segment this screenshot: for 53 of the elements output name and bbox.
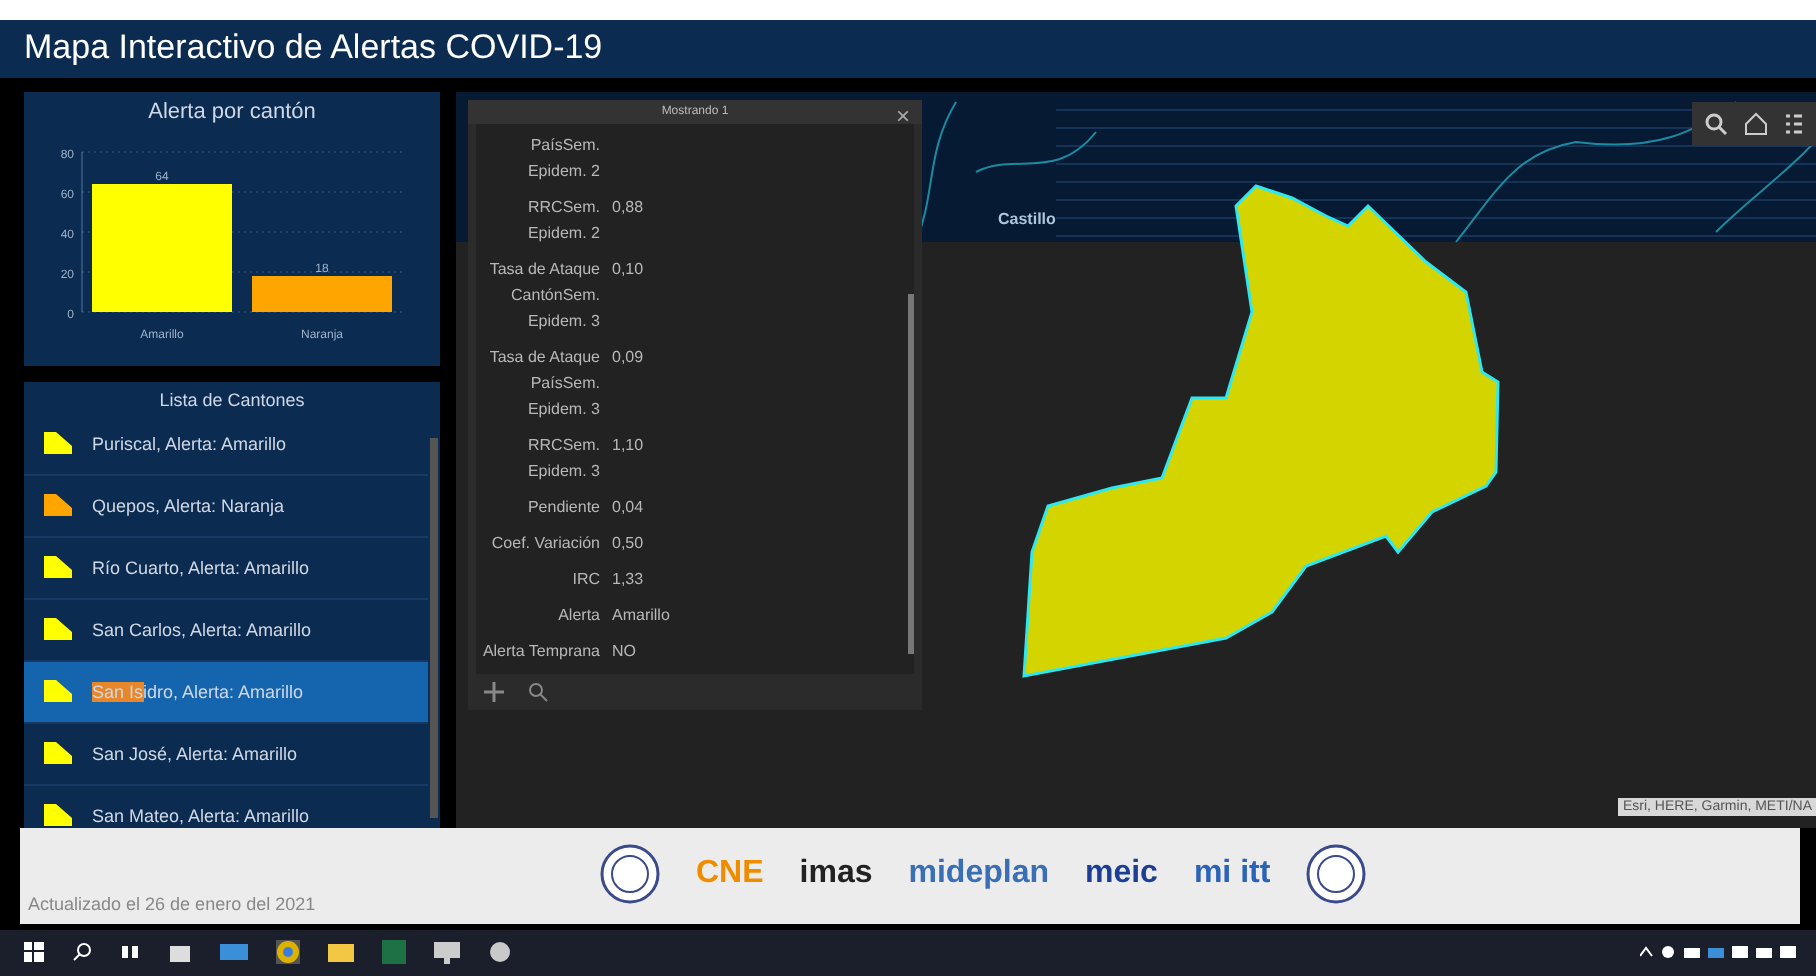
seal-logo-icon bbox=[600, 843, 660, 904]
scrollbar[interactable] bbox=[908, 293, 914, 654]
place-label: Castillo bbox=[998, 209, 1056, 228]
field-value: Amarillo bbox=[612, 603, 670, 628]
task-view-icon[interactable] bbox=[120, 942, 140, 963]
system-tray-icons-drawing[interactable] bbox=[1640, 942, 1800, 963]
spreadsheet-icon[interactable] bbox=[382, 940, 406, 965]
scrollbar[interactable] bbox=[430, 437, 438, 818]
field-label: RRCSem. Epidem. 2 bbox=[525, 195, 600, 246]
search-icon[interactable] bbox=[1704, 111, 1728, 136]
zoom-icon[interactable] bbox=[528, 681, 548, 702]
field-value: 0,09 bbox=[612, 345, 644, 370]
canton-list-item[interactable]: Puriscal, Alerta: Amarillo bbox=[24, 413, 428, 476]
organization-logo: meic bbox=[1084, 855, 1158, 892]
field-value: 0,88 bbox=[612, 195, 644, 220]
field-label: Tasa de Ataque PaísSem. Epidem. 3 bbox=[487, 345, 600, 422]
seal-logo-icon bbox=[1306, 843, 1367, 904]
folder-icon[interactable] bbox=[328, 942, 354, 963]
organization-logo: CNE bbox=[696, 855, 764, 892]
list-title: Lista de Cantones bbox=[157, 387, 307, 414]
map-view[interactable] bbox=[456, 91, 1816, 828]
field-label: Alerta Temprana bbox=[480, 639, 600, 664]
search-icon[interactable] bbox=[72, 942, 92, 963]
field-label: Coef. Variación bbox=[489, 531, 600, 556]
browser-icon[interactable] bbox=[276, 940, 300, 965]
field-value: 0,04 bbox=[612, 495, 644, 520]
start-icon[interactable] bbox=[24, 942, 44, 963]
field-label: Tasa de Ataque CantónSem. Epidem. 3 bbox=[487, 257, 600, 334]
close-button[interactable]: × bbox=[895, 101, 910, 130]
field-label: IRC bbox=[570, 567, 600, 592]
list-icon[interactable] bbox=[1784, 111, 1804, 136]
field-value: 0,10 bbox=[612, 257, 644, 282]
organization-logo: mi itt bbox=[1193, 855, 1271, 892]
field-label: RRCSem. Epidem. 3 bbox=[525, 433, 600, 484]
monitor-icon[interactable] bbox=[434, 941, 460, 964]
canton-list-item[interactable]: San José, Alerta: Amarillo bbox=[24, 723, 428, 786]
home-icon[interactable] bbox=[1744, 111, 1768, 136]
canton-list-item[interactable]: Río Cuarto, Alerta: Amarillo bbox=[24, 537, 428, 600]
canton-list-item[interactable]: San Isidro, Alerta: Amarillo bbox=[24, 661, 428, 724]
field-label: Pendiente bbox=[525, 495, 600, 520]
field-value: 1,33 bbox=[612, 567, 644, 592]
canton-list-item[interactable]: Quepos, Alerta: Naranja bbox=[24, 475, 428, 538]
organization-logo: imas bbox=[799, 855, 873, 892]
field-value: 1,10 bbox=[612, 433, 644, 458]
update-date: Actualizado el 26 de enero del 2021 bbox=[26, 893, 316, 918]
chart-title: Alerta por cantón bbox=[148, 97, 316, 128]
organization-logo: mideplan bbox=[908, 855, 1049, 892]
field-label: PaísSem. Epidem. 2 bbox=[525, 133, 600, 184]
field-value: 0,50 bbox=[612, 531, 644, 556]
field-label: Alerta bbox=[556, 603, 600, 628]
field-value: NO bbox=[612, 639, 636, 664]
app-title: Mapa Interactivo de Alertas COVID-19 bbox=[24, 28, 603, 69]
pan-icon[interactable] bbox=[484, 681, 504, 702]
